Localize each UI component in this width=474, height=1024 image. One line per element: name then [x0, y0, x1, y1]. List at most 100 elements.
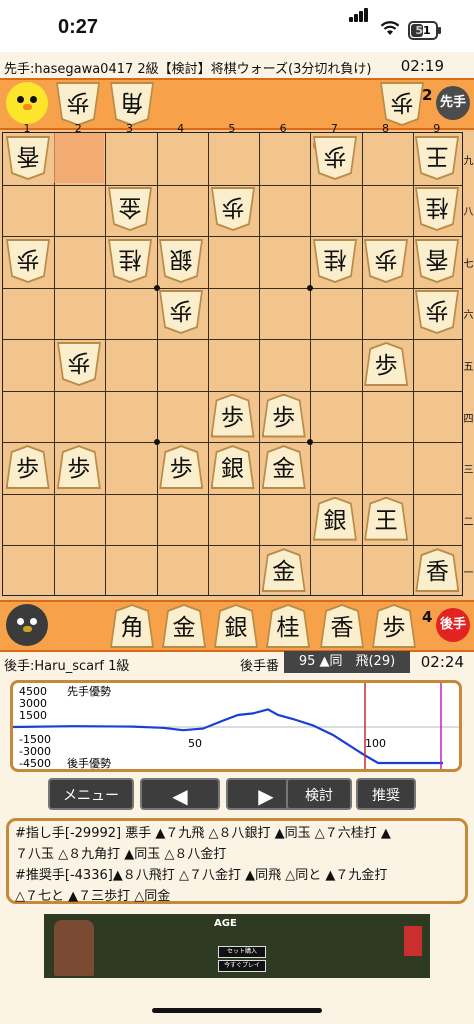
move-comment-box: #指し手[-29992] 悪手 ▲７九飛 △８八銀打 ▲同玉 △７六桂打 ▲ ７… [6, 818, 468, 904]
star-point [307, 439, 314, 446]
gote-board-piece[interactable]: 金 [108, 187, 152, 231]
hand-piece[interactable]: 歩 [56, 82, 100, 126]
piece-label: 金 [272, 456, 296, 483]
hand-piece[interactable]: 桂 [266, 604, 310, 648]
gote-board-piece[interactable]: 桂 [415, 187, 459, 231]
rank-label: 五 [463, 362, 474, 373]
gote-board-piece[interactable]: 香 [415, 239, 459, 283]
grid-line [412, 133, 414, 595]
sente-clock: 02:19 [400, 57, 444, 75]
piece-label: 金 [118, 194, 142, 221]
sente-board-piece[interactable]: 銀 [312, 496, 357, 541]
gote-board-piece[interactable]: 銀 [159, 239, 203, 283]
advertisement-banner[interactable]: AGE セット購入 今すぐプレイ [44, 914, 430, 978]
comment-line: #推奨手[-4336]▲８八飛打 △７八金打 ▲同飛 △同と ▲７九金打 [15, 868, 388, 883]
grid-line [3, 390, 462, 392]
status-time: 0:27 [58, 16, 99, 38]
piece-label: 角 [120, 615, 144, 641]
sente-board-piece[interactable]: 歩 [364, 342, 409, 386]
piece-label: 銀 [169, 245, 193, 272]
ad-logo: AGE [214, 918, 237, 929]
grid-line [3, 493, 462, 495]
rank-label: 九 [463, 155, 474, 167]
piece-label: 桂 [323, 245, 347, 272]
recommend-button[interactable]: 推奨 [356, 778, 416, 810]
game-info-text: 先手:hasegawa0417 2級【検討】将棋ウォーズ(3分切れ負け) [4, 62, 372, 77]
grid-line [259, 133, 261, 595]
crow-avatar-icon [6, 604, 48, 646]
grid-line [3, 545, 462, 547]
grid-line [310, 133, 312, 595]
prev-move-button[interactable]: ◀ [140, 778, 220, 810]
menu-button[interactable]: メニュー [48, 778, 134, 810]
hand-piece[interactable]: 角 [110, 604, 154, 648]
piece-label: 歩 [67, 349, 91, 375]
sente-board-piece[interactable]: 歩 [5, 445, 50, 490]
piece-label: 歩 [374, 353, 398, 379]
gote-board-piece[interactable]: 歩 [211, 187, 255, 231]
gote-badge: 後手 [436, 608, 470, 642]
gote-board-piece[interactable]: 歩 [364, 239, 408, 283]
ad-play-button[interactable]: 今すぐプレイ [218, 960, 266, 972]
home-indicator[interactable] [152, 1008, 322, 1013]
piece-label: 歩 [16, 456, 40, 483]
sente-board-piece[interactable]: 歩 [261, 393, 306, 438]
grid-line [207, 133, 209, 595]
sente-board-piece[interactable]: 香 [415, 548, 460, 593]
analyze-button[interactable]: 検討 [286, 778, 352, 810]
sente-badge: 先手 [436, 86, 470, 120]
gote-board-piece[interactable]: 香 [6, 136, 50, 180]
sente-board-piece[interactable]: 歩 [56, 445, 101, 490]
hand-piece[interactable]: 金 [162, 604, 206, 648]
piece-label: 歩 [374, 245, 398, 272]
graph-top-text: 先手優勢 [67, 684, 111, 698]
comment-line: #指し手[-29992] 悪手 ▲７九飛 △８八銀打 ▲同玉 △７六桂打 ▲ [15, 826, 391, 841]
piece-label: 香 [425, 245, 449, 272]
hand-piece[interactable]: 歩 [372, 604, 416, 648]
gote-board-piece[interactable]: 王 [415, 136, 459, 180]
gote-board-piece[interactable]: 歩 [159, 290, 203, 334]
rank-label: 一 [463, 568, 474, 580]
ad-buy-button[interactable]: セット購入 [218, 946, 266, 958]
hand-piece[interactable]: 角 [110, 82, 154, 126]
grid-line [361, 133, 363, 595]
piece-label: 桂 [276, 615, 300, 641]
gote-player-name: 後手:Haru_scarf 1級 [4, 659, 130, 674]
rank-label: 八 [463, 207, 474, 219]
piece-label: 王 [425, 142, 449, 169]
gote-board-piece[interactable]: 歩 [415, 290, 459, 334]
rank-label: 二 [463, 516, 474, 528]
sente-board-piece[interactable]: 王 [364, 496, 409, 541]
battery-level: 51 [415, 24, 431, 37]
gote-clock: 02:24 [420, 653, 464, 671]
hand-piece[interactable]: 香 [320, 604, 364, 648]
gote-board-piece[interactable]: 桂 [313, 239, 357, 283]
sente-board-piece[interactable]: 歩 [159, 445, 204, 490]
piece-label: 桂 [118, 245, 142, 272]
sente-board-piece[interactable]: 金 [261, 548, 306, 593]
graph-y-label: 1500 [19, 709, 47, 722]
piece-label: 歩 [16, 245, 40, 272]
piece-label: 歩 [272, 404, 296, 431]
game-status-bar: 後手:Haru_scarf 1級 後手番 95 ▲同 飛(29) 02:24 [0, 651, 474, 675]
grid-line [54, 133, 56, 595]
hand-piece[interactable]: 歩 [380, 82, 424, 126]
battery-icon: 51 [408, 21, 441, 40]
evaluation-graph[interactable]: 4500 3000 1500 -1500 -3000 -4500 先手優勢 後手優勢 50 100 [10, 680, 462, 772]
gote-board-piece[interactable]: 歩 [6, 239, 50, 283]
sente-board-piece[interactable]: 金 [261, 445, 306, 490]
piece-label: 歩 [425, 297, 449, 324]
hand-piece[interactable]: 銀 [214, 604, 258, 648]
current-move: 95 ▲同 飛(29) [284, 651, 410, 673]
grid-line [3, 287, 462, 289]
evaluation-graph-svg[interactable]: 450030001500-1500-3000-4500先手優勢後手優勢50 100 [13, 683, 459, 769]
star-point [307, 284, 314, 291]
sente-board-piece[interactable]: 歩 [210, 393, 255, 438]
sente-board-piece[interactable]: 銀 [210, 445, 255, 490]
highlighted-square [54, 133, 104, 183]
gote-board-piece[interactable]: 桂 [108, 239, 152, 283]
gote-board-piece[interactable]: 歩 [313, 136, 357, 180]
ad-character-image [54, 920, 94, 976]
piece-label: 銀 [221, 456, 244, 483]
gote-board-piece[interactable]: 歩 [57, 342, 101, 386]
